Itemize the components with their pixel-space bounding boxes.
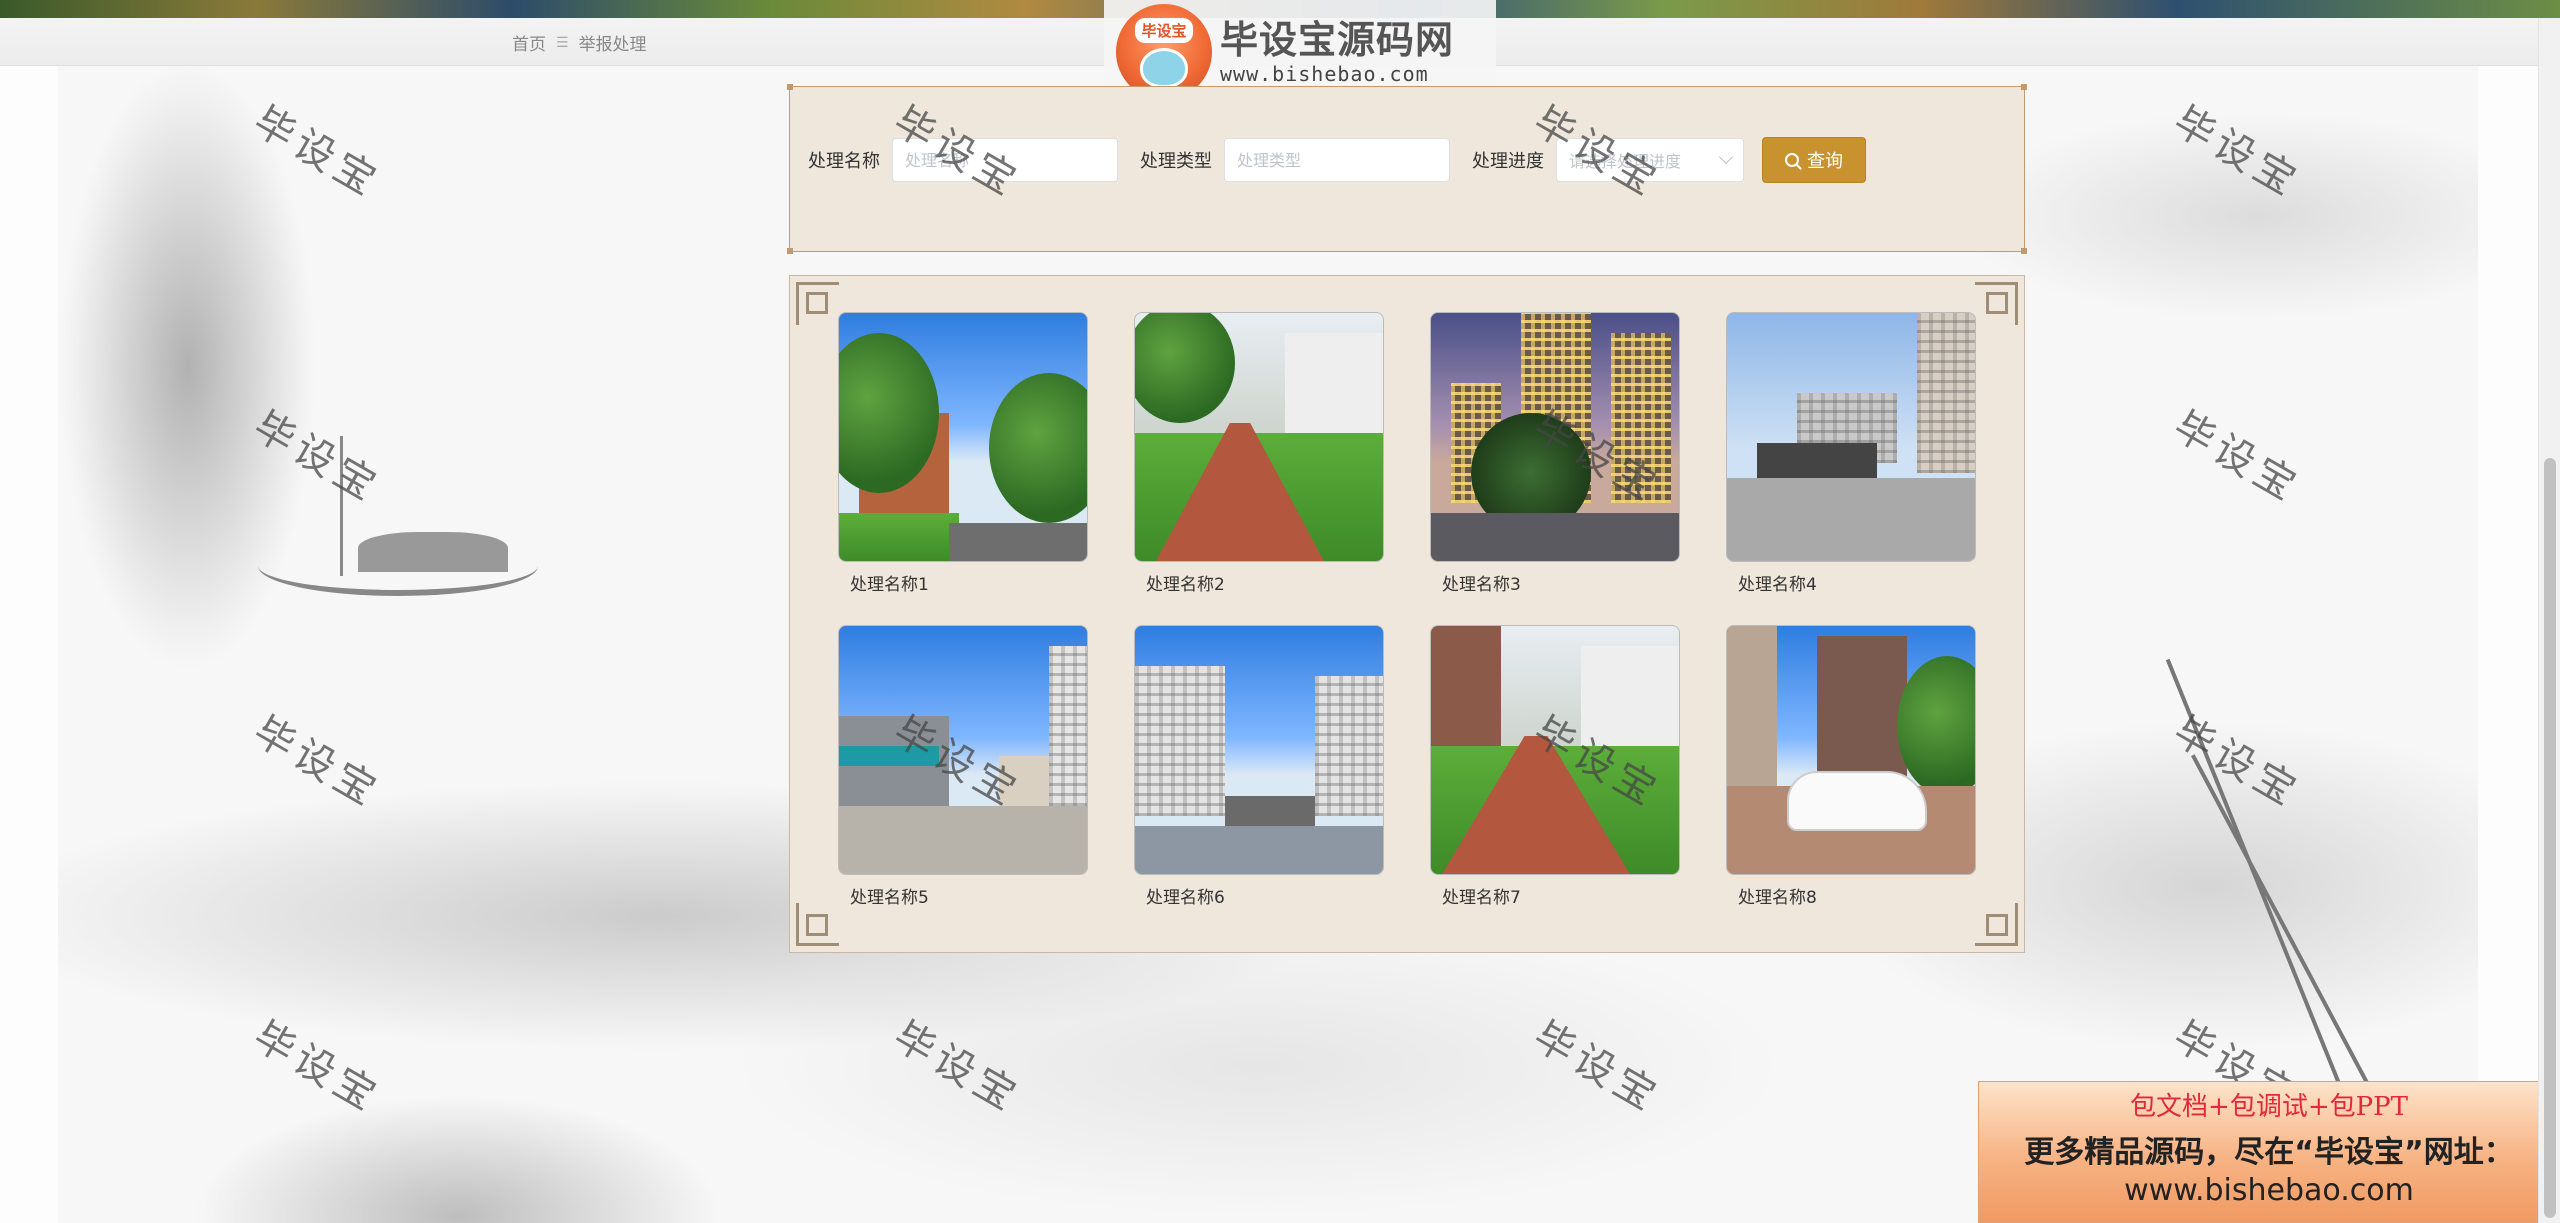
card-photo[interactable] xyxy=(1726,312,1976,562)
fret-corner-ornament xyxy=(1970,898,2022,950)
photo-building xyxy=(1049,646,1087,806)
search-button[interactable]: 查询 xyxy=(1762,137,1866,183)
card-caption: 处理名称7 xyxy=(1442,888,1521,908)
search-icon xyxy=(1785,153,1799,167)
photo-tree xyxy=(1135,313,1235,423)
breadcrumb-home-link[interactable]: 首页 xyxy=(512,30,546,55)
scrollbar-thumb[interactable] xyxy=(2544,458,2556,1218)
progress-select[interactable]: 请选择处理进度 xyxy=(1556,138,1744,182)
photo-building xyxy=(1135,666,1225,816)
card-caption: 处理名称8 xyxy=(1738,888,1817,908)
logo-url: www.bishebao.com xyxy=(1220,62,1429,86)
gallery-card[interactable]: 处理名称7 xyxy=(1430,625,1680,908)
search-button-label: 查询 xyxy=(1807,151,1843,172)
photo-road xyxy=(839,806,1087,874)
photo-building xyxy=(1431,626,1501,756)
gallery-card[interactable]: 处理名称3 xyxy=(1430,312,1680,595)
logo-mascot-icon xyxy=(1140,48,1188,88)
panel-corner xyxy=(2021,248,2027,254)
photo-building xyxy=(1727,626,1777,786)
photo-building xyxy=(1817,636,1907,786)
promo-line-3: www.bishebao.com xyxy=(2124,1173,2414,1208)
card-photo[interactable] xyxy=(1430,312,1680,562)
progress-select-placeholder: 请选择处理进度 xyxy=(1569,152,1682,171)
photo-hedge xyxy=(839,513,959,561)
promo-line-2: 更多精品源码，尽在“毕设宝”网址： xyxy=(2024,1135,2514,1170)
logo-title: 毕设宝源码网 xyxy=(1220,18,1455,62)
reed-stroke xyxy=(2191,754,2392,1127)
photo-tree xyxy=(989,373,1087,523)
photo-tree xyxy=(1897,656,1975,796)
page-scrollbar[interactable] xyxy=(2538,18,2560,1223)
chevron-down-icon xyxy=(1718,149,1734,165)
card-caption: 处理名称1 xyxy=(850,575,929,595)
card-caption: 处理名称6 xyxy=(1146,888,1225,908)
gallery-card[interactable]: 处理名称6 xyxy=(1134,625,1384,908)
photo-gatehouse xyxy=(999,756,1049,806)
photo-car xyxy=(1787,771,1927,831)
card-photo[interactable] xyxy=(1430,625,1680,875)
progress-label: 处理进度 xyxy=(1472,151,1544,172)
type-input[interactable] xyxy=(1224,138,1450,182)
panel-corner xyxy=(787,248,793,254)
card-photo[interactable] xyxy=(838,312,1088,562)
search-row: 处理名称 处理类型 处理进度 请选择处理进度 查询 xyxy=(808,137,2006,183)
panel-corner xyxy=(787,84,793,90)
gallery-card[interactable]: 处理名称2 xyxy=(1134,312,1384,595)
card-photo[interactable] xyxy=(1726,625,1976,875)
gallery-card[interactable]: 处理名称5 xyxy=(838,625,1088,908)
fret-corner-ornament xyxy=(792,898,844,950)
gallery-card[interactable]: 处理名称8 xyxy=(1726,625,1976,908)
photo-road xyxy=(949,523,1087,561)
gallery-card[interactable]: 处理名称4 xyxy=(1726,312,1976,595)
gallery-card[interactable]: 处理名称1 xyxy=(838,312,1088,595)
photo-sign xyxy=(839,746,939,766)
photo-road xyxy=(1431,513,1679,561)
breadcrumb-current: 举报处理 xyxy=(578,35,647,55)
breadcrumb: 首页 ☰ 举报处理 xyxy=(512,30,647,56)
type-label: 处理类型 xyxy=(1140,151,1212,172)
name-input[interactable] xyxy=(892,138,1118,182)
breadcrumb-separator-icon: ☰ xyxy=(556,34,569,51)
gallery-panel: 处理名称1 处理名称2 处理名称3 处理名称4 处理名称5 处理名称6 处理名称… xyxy=(789,275,2025,953)
card-caption: 处理名称2 xyxy=(1146,575,1225,595)
photo-gate xyxy=(1225,796,1315,826)
promo-banner[interactable]: 包文档+包调试+包PPT 更多精品源码，尽在“毕设宝”网址： www.bishe… xyxy=(1978,1081,2560,1223)
promo-line-1: 包文档+包调试+包PPT xyxy=(2130,1092,2408,1122)
card-caption: 处理名称4 xyxy=(1738,575,1817,595)
card-caption: 处理名称3 xyxy=(1442,575,1521,595)
photo-road xyxy=(1727,478,1975,561)
panel-corner xyxy=(2021,84,2027,90)
card-caption: 处理名称5 xyxy=(850,888,929,908)
name-label: 处理名称 xyxy=(808,151,880,172)
boat-illustration xyxy=(258,536,538,596)
photo-building xyxy=(1315,676,1383,816)
photo-building xyxy=(1917,313,1975,473)
card-photo[interactable] xyxy=(838,625,1088,875)
photo-gate xyxy=(1757,443,1877,483)
fret-corner-ornament xyxy=(792,278,844,330)
card-photo[interactable] xyxy=(1134,312,1384,562)
logo-badge-text: 毕设宝 xyxy=(1135,18,1193,43)
photo-building xyxy=(1611,333,1671,503)
card-photo[interactable] xyxy=(1134,625,1384,875)
fret-corner-ornament xyxy=(1970,278,2022,330)
photo-plaza xyxy=(1135,826,1383,874)
search-panel: 处理名称 处理类型 处理进度 请选择处理进度 查询 xyxy=(787,84,2027,254)
